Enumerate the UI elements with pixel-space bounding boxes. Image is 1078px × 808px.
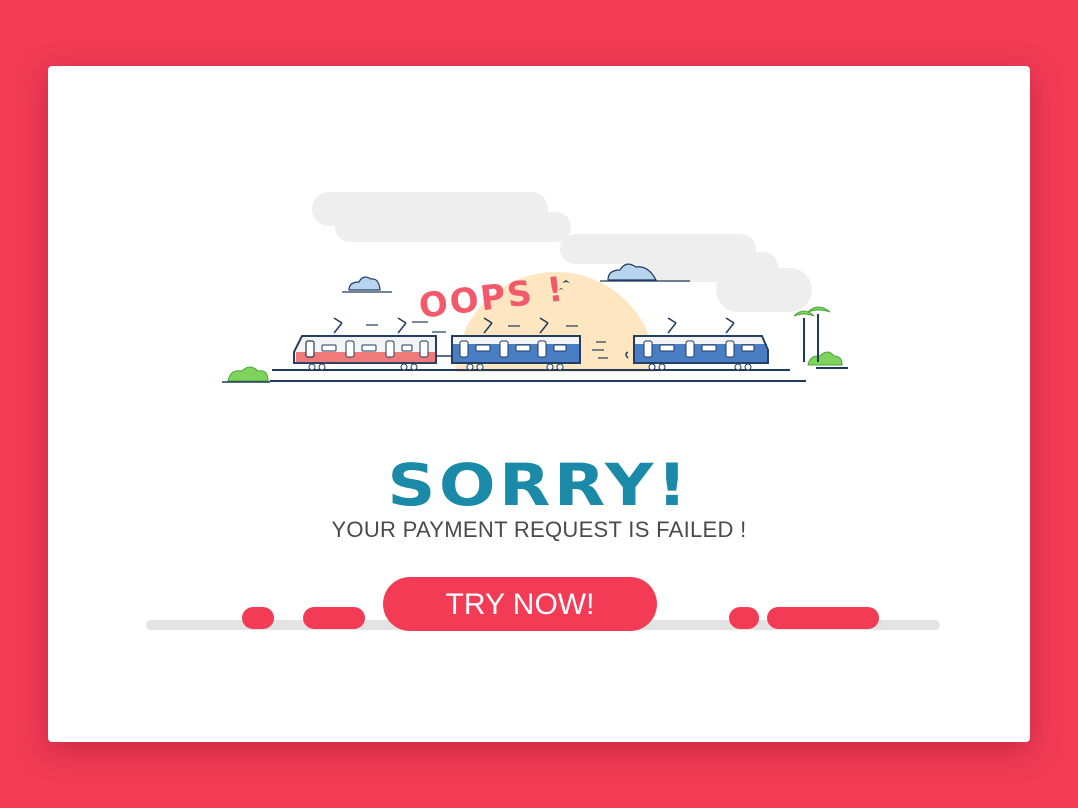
train-car-blue-right <box>625 317 769 371</box>
decorative-pill <box>242 607 274 629</box>
decorative-pill <box>767 607 879 629</box>
small-cloud-left <box>342 276 392 293</box>
decorative-pill <box>303 607 365 629</box>
failure-message: YOUR PAYMENT REQUEST IS FAILED ! <box>331 517 747 542</box>
train-car-red <box>293 317 437 371</box>
bush-right-icon <box>807 351 843 366</box>
sorry-title: SORRY! <box>387 451 691 519</box>
decorative-pill <box>729 607 759 629</box>
bush-left-icon <box>227 366 269 382</box>
try-now-button[interactable]: TRY NOW! <box>383 577 657 631</box>
train-illustration: OOPS ! <box>222 192 848 383</box>
